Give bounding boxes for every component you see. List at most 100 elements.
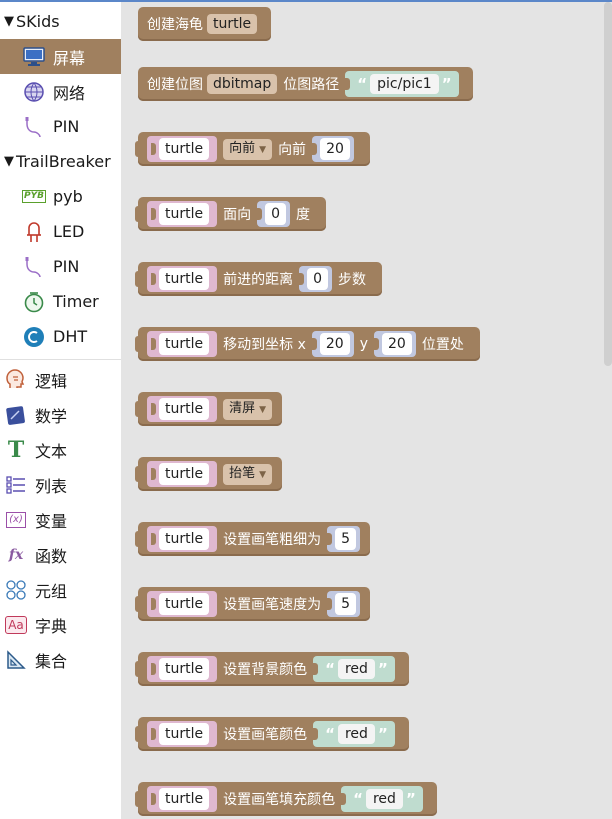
turtle-variable[interactable]: turtle	[159, 463, 210, 485]
category-pin[interactable]: PIN	[0, 109, 121, 144]
goto-x-field[interactable]: 20	[319, 333, 350, 355]
turtle-variable[interactable]: turtle	[159, 593, 210, 615]
turtle-variable[interactable]: turtle	[159, 398, 210, 420]
block-fill-color[interactable]: turtle 设置画笔填充颜色 “ red ”	[135, 782, 437, 816]
number-input-slot: 20	[311, 331, 354, 357]
forward-value-field[interactable]: 20	[320, 138, 350, 160]
category-pin-2[interactable]: PIN	[0, 249, 121, 284]
category-label: 屏幕	[53, 48, 86, 68]
number-input-slot: 0	[299, 266, 333, 292]
speed-value-field[interactable]: 5	[335, 593, 357, 615]
category-led[interactable]: LED	[0, 214, 121, 249]
turtle-variable[interactable]: turtle	[159, 528, 210, 550]
pen-dropdown[interactable]: 抬笔 ▼	[223, 463, 273, 485]
category-screen[interactable]: 屏幕	[0, 39, 121, 74]
block-create-turtle[interactable]: 创建海龟 turtle	[138, 7, 272, 41]
string-input-slot: “ pic/pic1 ”	[345, 71, 459, 97]
category-label: pyb	[53, 187, 83, 206]
category-timer[interactable]: Timer	[0, 284, 121, 319]
category-skids[interactable]: ▼ SKids	[0, 4, 121, 39]
turtle-object-slot: turtle	[147, 396, 218, 422]
category-trailbreaker[interactable]: ▼ TrailBreaker	[0, 144, 121, 179]
tuple-icon	[4, 578, 28, 602]
category-label: 文本	[35, 441, 68, 461]
category-logic[interactable]: 逻辑	[0, 362, 121, 397]
category-dictionary[interactable]: Aa 字典	[0, 607, 121, 642]
block-background-color[interactable]: turtle 设置背景颜色 “ red ”	[135, 652, 409, 686]
category-function[interactable]: fx 函数	[0, 537, 121, 572]
number-input-slot: 20	[312, 136, 354, 162]
turtle-variable[interactable]: turtle	[159, 333, 210, 355]
category-label: 逻辑	[35, 371, 68, 391]
category-math[interactable]: 数学	[0, 397, 121, 432]
turtle-object-slot: turtle	[147, 526, 218, 552]
turtle-variable[interactable]: turtle	[159, 268, 210, 290]
turtle-object-slot: turtle	[147, 201, 218, 227]
heading-value-field[interactable]: 0	[265, 203, 287, 225]
pencolor-value-field[interactable]: red	[337, 724, 375, 744]
monitor-icon	[22, 45, 46, 69]
block-goto[interactable]: turtle 移动到坐标 x 20 y 20 位置处	[135, 327, 480, 361]
list-icon	[4, 473, 28, 497]
block-pen-speed[interactable]: turtle 设置画笔速度为 5	[135, 587, 371, 621]
collapse-triangle-icon[interactable]: ▼	[4, 14, 14, 29]
block-pen-size[interactable]: turtle 设置画笔粗细为 5	[135, 522, 371, 556]
clear-dropdown[interactable]: 清屏 ▼	[223, 398, 273, 420]
clock-icon	[22, 290, 46, 314]
turtle-object-slot: turtle	[147, 461, 218, 487]
category-pyb[interactable]: PYB pyb	[0, 179, 121, 214]
bgcolor-value-field[interactable]: red	[337, 659, 375, 679]
turtle-object-slot: turtle	[147, 721, 218, 747]
workspace-scrollbar[interactable]	[604, 2, 612, 366]
category-variable[interactable]: (x) 变量	[0, 502, 121, 537]
turtle-variable[interactable]: turtle	[159, 138, 210, 160]
block-clear-screen[interactable]: turtle 清屏 ▼	[135, 392, 283, 426]
pin-cable-icon	[22, 115, 46, 139]
bitmap-name-field[interactable]: dbitmap	[207, 74, 278, 94]
dropdown-arrow-icon: ▼	[259, 469, 267, 480]
category-network[interactable]: 网络	[0, 74, 121, 109]
turtle-object-slot: turtle	[147, 331, 218, 357]
turtle-variable[interactable]: turtle	[159, 203, 210, 225]
category-text[interactable]: T 文本	[0, 432, 121, 467]
block-move-distance[interactable]: turtle 前进的距离 0 步数	[135, 262, 383, 296]
category-list[interactable]: 列表	[0, 467, 121, 502]
block-pen-color[interactable]: turtle 设置画笔颜色 “ red ”	[135, 717, 409, 751]
distance-value-field[interactable]: 0	[307, 268, 329, 290]
category-label: 元组	[35, 581, 68, 601]
category-label: 网络	[53, 83, 86, 103]
turtle-variable[interactable]: turtle	[159, 788, 210, 810]
category-set[interactable]: 集合	[0, 642, 121, 677]
category-label: 列表	[35, 476, 68, 496]
network-icon	[22, 80, 46, 104]
category-label: SKids	[16, 12, 60, 31]
category-label: 集合	[35, 651, 68, 671]
category-dht[interactable]: DHT	[0, 319, 121, 354]
direction-dropdown[interactable]: 向前 ▼	[223, 138, 273, 160]
category-label: LED	[53, 222, 85, 241]
collapse-triangle-icon[interactable]: ▼	[4, 154, 14, 169]
fillcolor-value-field[interactable]: red	[365, 789, 403, 809]
block-create-bitmap[interactable]: 创建位图 dbitmap 位图路径 “ pic/pic1 ”	[138, 67, 473, 101]
number-input-slot: 20	[374, 331, 416, 357]
category-label: 数学	[35, 406, 68, 426]
turtle-name-field[interactable]: turtle	[207, 14, 258, 34]
turtle-object-slot: turtle	[147, 656, 218, 682]
block-set-heading[interactable]: turtle 面向 0 度	[135, 197, 327, 231]
turtle-variable[interactable]: turtle	[159, 723, 210, 745]
bitmap-path-field[interactable]: pic/pic1	[370, 74, 439, 94]
turtle-object-slot: turtle	[147, 786, 218, 812]
turtle-object-slot: turtle	[147, 136, 218, 162]
block-pen-up[interactable]: turtle 抬笔 ▼	[135, 457, 283, 491]
set-icon	[4, 648, 28, 672]
category-tuple[interactable]: 元组	[0, 572, 121, 607]
pensize-value-field[interactable]: 5	[335, 528, 357, 550]
block-forward[interactable]: turtle 向前 ▼ 向前 20	[135, 132, 370, 166]
dht-icon	[22, 325, 46, 349]
block-flyout-workspace[interactable]: 创建海龟 turtle 创建位图 dbitmap 位图路径 “ pic/pic1…	[121, 2, 612, 819]
goto-y-field[interactable]: 20	[382, 333, 412, 355]
text-icon: T	[7, 436, 25, 463]
category-label: DHT	[53, 327, 88, 346]
number-input-slot: 5	[327, 526, 361, 552]
turtle-variable[interactable]: turtle	[159, 658, 210, 680]
